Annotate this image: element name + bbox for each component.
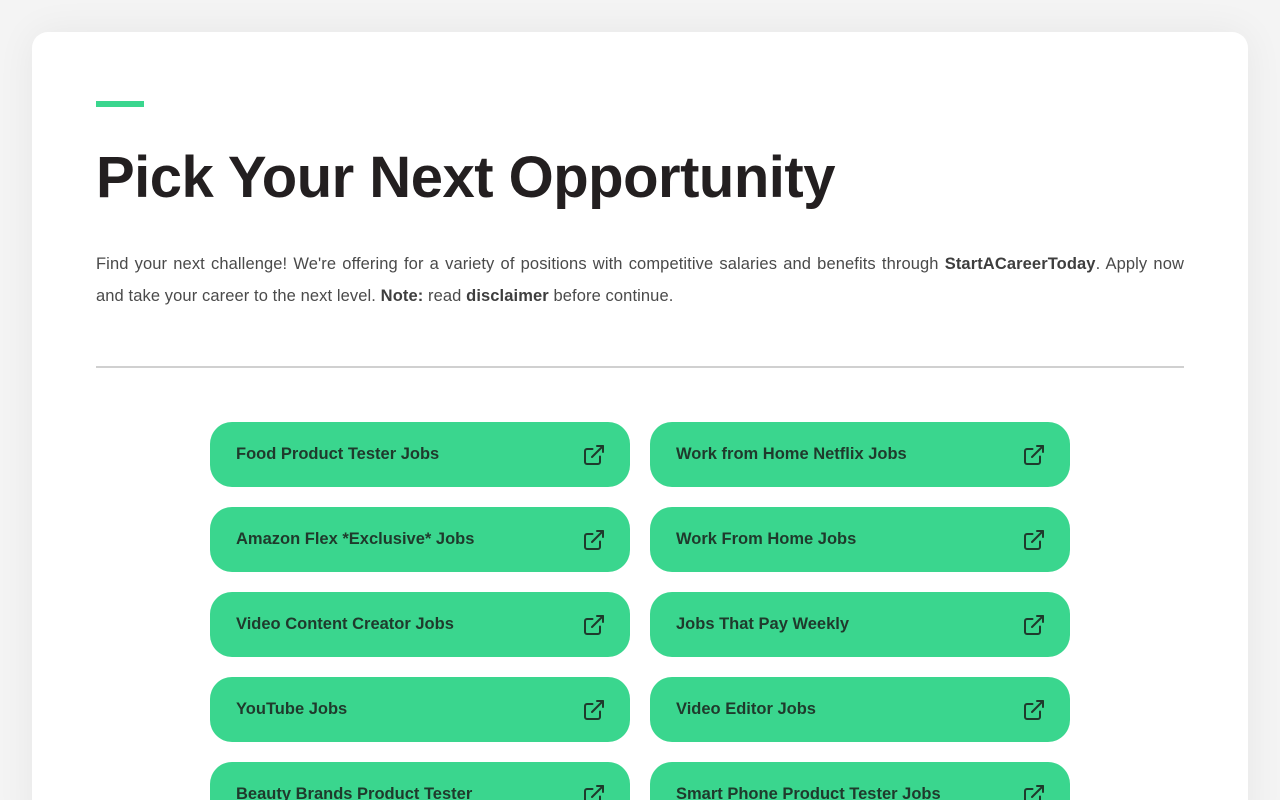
job-button-grid: Food Product Tester Jobs Work from Home … xyxy=(210,422,1070,800)
external-link-icon xyxy=(1022,613,1046,637)
job-button[interactable]: Work from Home Netflix Jobs xyxy=(650,422,1070,487)
job-button-label: Video Editor Jobs xyxy=(676,700,816,718)
content-card: Pick Your Next Opportunity Find your nex… xyxy=(32,32,1248,800)
intro-paragraph: Find your next challenge! We're offering… xyxy=(96,248,1184,312)
job-button-label: Amazon Flex *Exclusive* Jobs xyxy=(236,530,475,548)
job-button-label: Food Product Tester Jobs xyxy=(236,445,440,463)
intro-text-3: read xyxy=(423,287,467,305)
external-link-icon xyxy=(1022,698,1046,722)
external-link-icon xyxy=(1022,443,1046,467)
job-button[interactable]: Smart Phone Product Tester Jobs xyxy=(650,762,1070,800)
disclaimer-link[interactable]: disclaimer xyxy=(466,287,549,305)
divider xyxy=(96,366,1184,368)
accent-bar xyxy=(96,101,144,107)
job-button-label: Smart Phone Product Tester Jobs xyxy=(676,785,941,800)
job-button-label: Work from Home Netflix Jobs xyxy=(676,445,907,463)
job-button[interactable]: Video Editor Jobs xyxy=(650,677,1070,742)
note-label: Note: xyxy=(380,287,424,305)
brand-name: StartACareerToday xyxy=(944,255,1096,273)
job-button-label: Work From Home Jobs xyxy=(676,530,857,548)
external-link-icon xyxy=(582,698,606,722)
job-button-label: YouTube Jobs xyxy=(236,700,348,718)
job-button[interactable]: Beauty Brands Product Tester xyxy=(210,762,630,800)
external-link-icon xyxy=(582,613,606,637)
job-button[interactable]: Work From Home Jobs xyxy=(650,507,1070,572)
job-button-label: Video Content Creator Jobs xyxy=(236,615,454,633)
job-button[interactable]: Food Product Tester Jobs xyxy=(210,422,630,487)
job-button[interactable]: Amazon Flex *Exclusive* Jobs xyxy=(210,507,630,572)
external-link-icon xyxy=(582,443,606,467)
external-link-icon xyxy=(582,528,606,552)
page-title: Pick Your Next Opportunity xyxy=(96,145,835,210)
external-link-icon xyxy=(1022,528,1046,552)
intro-text-1: Find your next challenge! We're offering… xyxy=(96,255,945,273)
external-link-icon xyxy=(1022,783,1046,800)
job-button-label: Jobs That Pay Weekly xyxy=(676,615,850,633)
job-button[interactable]: Video Content Creator Jobs xyxy=(210,592,630,657)
job-button[interactable]: YouTube Jobs xyxy=(210,677,630,742)
external-link-icon xyxy=(582,783,606,800)
job-button[interactable]: Jobs That Pay Weekly xyxy=(650,592,1070,657)
intro-text-4: before continue. xyxy=(548,287,674,305)
job-button-label: Beauty Brands Product Tester xyxy=(236,785,473,800)
